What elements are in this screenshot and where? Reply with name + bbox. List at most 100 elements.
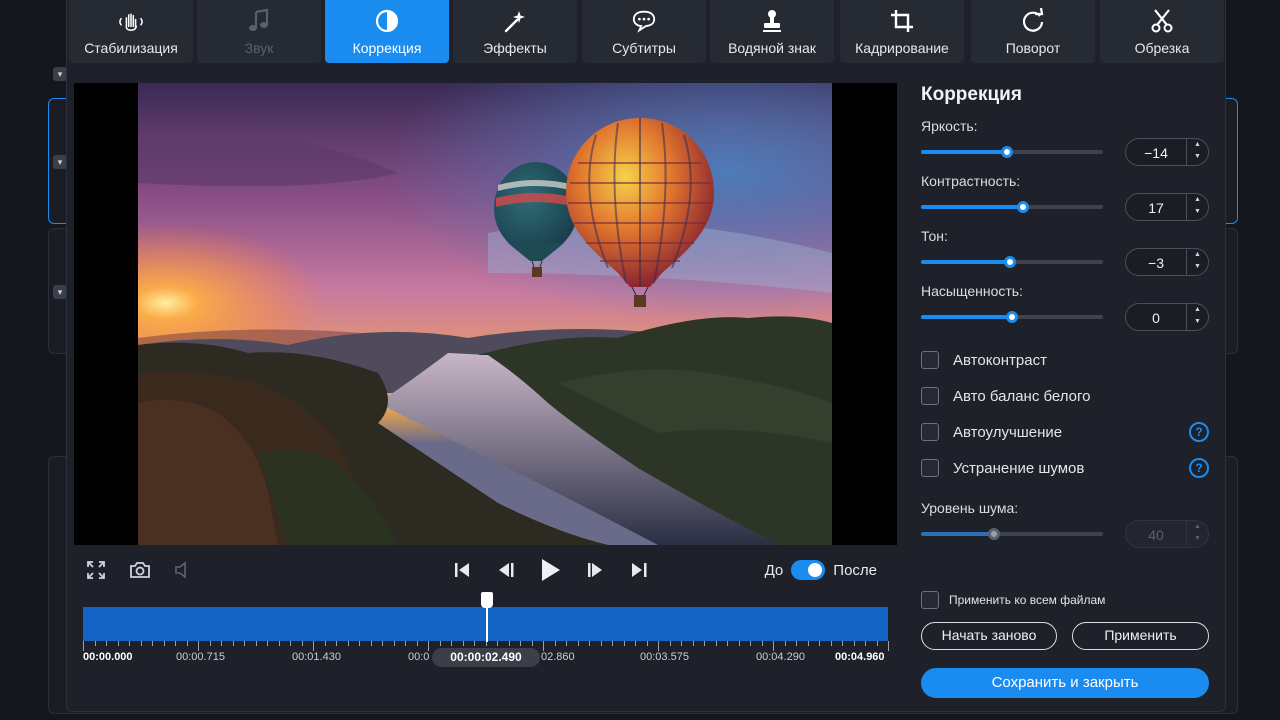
- before-after-toggle[interactable]: [791, 560, 826, 580]
- snapshot-button[interactable]: [126, 556, 154, 584]
- save-and-close-button[interactable]: Сохранить и закрыть: [921, 668, 1209, 698]
- skip-start-button[interactable]: [448, 556, 476, 584]
- slider-knob[interactable]: [987, 528, 1000, 540]
- tab-correction[interactable]: Коррекция: [325, 0, 449, 63]
- panel-title: Коррекция: [921, 84, 1022, 105]
- ruler-tick: [727, 641, 728, 646]
- tone-slider[interactable]: [921, 256, 1103, 268]
- skip-forward-icon: [632, 563, 647, 577]
- play-button[interactable]: [536, 556, 564, 584]
- skip-end-button[interactable]: [625, 556, 653, 584]
- tone-value: −3: [1148, 255, 1164, 271]
- tab-subtitles[interactable]: Субтитры: [582, 0, 706, 63]
- ruler-tick: [474, 641, 475, 646]
- slider-knob[interactable]: [1004, 256, 1017, 268]
- timeline-label: 00:04.290: [756, 651, 805, 663]
- checkbox-box[interactable]: [921, 459, 939, 477]
- ruler-tick: [313, 641, 314, 651]
- help-icon[interactable]: ?: [1189, 422, 1209, 442]
- checkbox-label: Автоулучшение: [953, 423, 1063, 441]
- ruler-tick: [635, 641, 636, 646]
- fullscreen-button[interactable]: [82, 556, 110, 584]
- before-after-toggle-group: До После: [765, 560, 877, 580]
- contrast-label: Контрастность:: [921, 173, 1021, 189]
- timeline-label: 00:0: [408, 651, 430, 663]
- tab-label: Поворот: [1005, 40, 1061, 56]
- tab-watermark[interactable]: Водяной знак: [710, 0, 834, 63]
- playhead-handle[interactable]: [481, 592, 493, 608]
- apply-button[interactable]: Применить: [1072, 622, 1209, 650]
- timeline-label: 00:04.960: [835, 651, 885, 663]
- playback-controls: До После: [74, 552, 897, 588]
- ruler-tick: [347, 641, 349, 646]
- ruler-tick: [715, 641, 717, 646]
- tab-stabilization[interactable]: Стабилизация: [69, 0, 193, 63]
- checkbox-box[interactable]: [921, 387, 939, 405]
- contrast-stepper[interactable]: 17 ▲ ▼: [1125, 193, 1209, 221]
- auto-white-balance-checkbox[interactable]: Авто баланс белого: [921, 387, 1091, 405]
- ruler-tick: [612, 641, 613, 646]
- tab-label: Коррекция: [352, 40, 422, 56]
- tone-stepper[interactable]: −3 ▲ ▼: [1125, 248, 1209, 276]
- saturation-stepper[interactable]: 0 ▲ ▼: [1125, 303, 1209, 331]
- tab-crop[interactable]: Кадрирование: [840, 0, 964, 63]
- ruler-tick: [359, 641, 360, 646]
- ruler-tick: [301, 641, 303, 646]
- ruler-tick: [106, 641, 107, 646]
- ruler-tick: [554, 641, 556, 646]
- brightness-slider[interactable]: [921, 146, 1103, 158]
- apply-all-checkbox[interactable]: Применить ко всем файлам: [921, 591, 1105, 609]
- ruler-tick: [209, 641, 211, 646]
- tab-sound[interactable]: Звук: [197, 0, 321, 63]
- video-preview[interactable]: [74, 83, 897, 545]
- brightness-stepper[interactable]: −14 ▲ ▼: [1125, 138, 1209, 166]
- hand-stabilize-icon: [118, 8, 144, 34]
- stepper-arrows-icon[interactable]: ▲ ▼: [1186, 139, 1208, 165]
- tab-label: Звук: [244, 40, 274, 56]
- prev-frame-button[interactable]: [492, 556, 520, 584]
- ruler-tick: [566, 641, 567, 646]
- ruler-tick: [888, 641, 889, 651]
- ruler-tick: [221, 641, 222, 646]
- skip-back-icon: [455, 563, 469, 577]
- ruler-tick: [163, 641, 165, 646]
- slider-knob[interactable]: [1006, 311, 1018, 323]
- camera-icon: [130, 562, 150, 578]
- stepper-arrows-icon[interactable]: ▲ ▼: [1186, 249, 1208, 275]
- saturation-slider[interactable]: [921, 311, 1103, 323]
- reset-button[interactable]: Начать заново: [921, 622, 1057, 650]
- checkbox-box[interactable]: [921, 591, 939, 609]
- ruler-tick: [336, 641, 337, 646]
- ruler-tick: [796, 641, 797, 646]
- slider-fill: [921, 205, 1023, 209]
- denoise-checkbox[interactable]: Устранение шумов: [921, 459, 1084, 477]
- noise-level-stepper[interactable]: 40 ▲ ▼: [1125, 520, 1209, 548]
- ruler-tick: [589, 641, 590, 646]
- stepper-arrows-icon[interactable]: ▲ ▼: [1186, 194, 1208, 220]
- ruler-tick: [416, 641, 418, 646]
- correction-panel: Коррекция Яркость: −14 ▲ ▼ Контрастность:…: [921, 84, 1211, 698]
- timeline-label: 00:03.575: [640, 651, 689, 663]
- ruler-tick: [830, 641, 832, 646]
- noise-level-slider[interactable]: [921, 528, 1103, 540]
- tab-effects[interactable]: Эффекты: [453, 0, 577, 63]
- ruler-tick: [531, 641, 533, 646]
- ruler-tick: [692, 641, 694, 646]
- ruler-tick: [175, 641, 176, 646]
- slider-knob[interactable]: [1000, 146, 1013, 158]
- checkbox-box[interactable]: [921, 423, 939, 441]
- autocontrast-checkbox[interactable]: Автоконтраст: [921, 351, 1047, 369]
- tab-label: Кадрирование: [855, 40, 949, 56]
- tab-rotate[interactable]: Поворот: [971, 0, 1095, 63]
- volume-button[interactable]: [170, 556, 198, 584]
- stepper-arrows-icon[interactable]: ▲ ▼: [1186, 304, 1208, 330]
- auto-enhance-checkbox[interactable]: Автоулучшение: [921, 423, 1062, 441]
- checkbox-box[interactable]: [921, 351, 939, 369]
- stepper-arrows-icon[interactable]: ▲ ▼: [1186, 521, 1208, 547]
- next-frame-button[interactable]: [581, 556, 609, 584]
- ruler-tick: [451, 641, 452, 646]
- tab-trim[interactable]: Обрезка: [1100, 0, 1224, 63]
- contrast-slider[interactable]: [921, 201, 1103, 213]
- slider-knob[interactable]: [1016, 201, 1029, 213]
- help-icon[interactable]: ?: [1189, 458, 1209, 478]
